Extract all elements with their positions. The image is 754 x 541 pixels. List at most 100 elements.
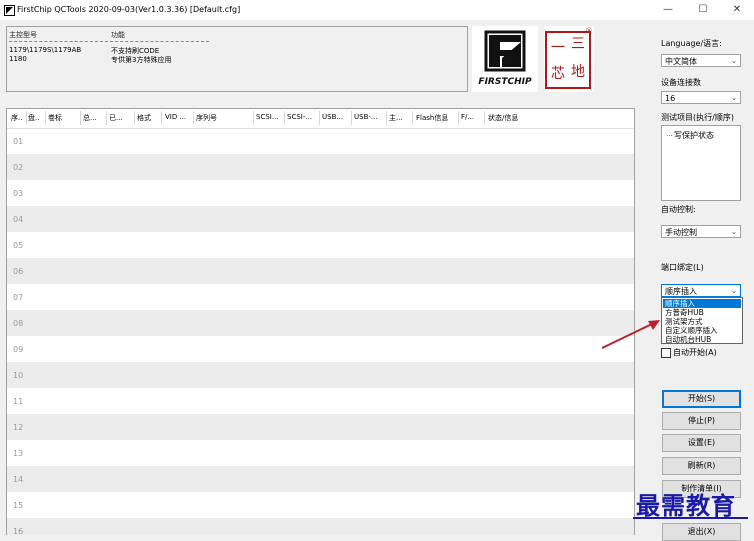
column-divider[interactable] (412, 111, 413, 125)
language-select[interactable]: 中文简体 ⌄ (661, 54, 741, 67)
seal-logo: 一 三 芯 地 ® (544, 26, 594, 92)
svg-text:芯: 芯 (551, 66, 565, 82)
column-header[interactable]: 盘.. (28, 113, 39, 123)
app-icon (4, 5, 15, 16)
column-divider[interactable] (319, 111, 320, 125)
svg-text:一: 一 (551, 40, 565, 56)
dropdown-option[interactable]: 方普奇HUB (663, 308, 741, 317)
column-divider[interactable] (458, 111, 459, 125)
column-divider[interactable] (193, 111, 194, 125)
table-row[interactable]: 15 (7, 492, 634, 518)
device-count-label: 设备连接数 (661, 78, 701, 87)
table-row[interactable]: 07 (7, 284, 634, 310)
table-row[interactable]: 12 (7, 414, 634, 440)
column-divider[interactable] (253, 111, 254, 125)
chevron-down-icon: ⌄ (731, 94, 737, 102)
table-row[interactable]: 10 (7, 362, 634, 388)
column-header[interactable]: 已... (109, 113, 123, 123)
column-divider[interactable] (484, 111, 485, 125)
column-header[interactable]: 总... (83, 113, 97, 123)
maximize-button[interactable]: ☐ (686, 0, 720, 20)
column-divider[interactable] (284, 111, 285, 125)
port-binding-dropdown[interactable]: 顺序插入 方普奇HUB 测试架方式 自定义顺序插入 自动机台HUB (661, 297, 743, 344)
firstchip-logo: FIRSTCHIP (472, 26, 538, 92)
auto-control-select[interactable]: 手动控制 ⌄ (661, 225, 741, 238)
start-button[interactable]: 开始(S) (662, 390, 741, 408)
table-row[interactable]: 06 (7, 258, 634, 284)
dropdown-option[interactable]: 自定义顺序插入 (663, 326, 741, 335)
row-number: 13 (13, 449, 24, 458)
port-binding-select[interactable]: 顺序插入 ⌄ (661, 284, 741, 297)
column-header[interactable]: VID ... (165, 113, 186, 121)
device-grid[interactable]: 序.. 盘.. 卷标 总... 已... 格式 VID ... 序列号 SCSI… (6, 108, 635, 535)
column-header[interactable]: USB-... (354, 113, 378, 121)
column-header[interactable]: 序列号 (196, 113, 217, 123)
close-button[interactable]: ✕ (720, 0, 754, 20)
dropdown-option[interactable]: 测试架方式 (663, 317, 741, 326)
row-number: 03 (13, 189, 24, 198)
chevron-down-icon: ⌄ (731, 228, 737, 236)
column-header[interactable]: F/... (461, 113, 474, 121)
column-divider[interactable] (351, 111, 352, 125)
column-divider[interactable] (106, 111, 107, 125)
column-divider[interactable] (80, 111, 81, 125)
row-number: 02 (13, 163, 24, 172)
table-row[interactable]: 16 (7, 518, 634, 535)
dropdown-option[interactable]: 顺序插入 (663, 299, 741, 308)
auto-start-checkbox[interactable]: 自动开始(A) (661, 347, 717, 358)
refresh-button[interactable]: 刷新(R) (662, 457, 741, 475)
table-row[interactable]: 08 (7, 310, 634, 336)
chip-model: 1180 (9, 55, 27, 63)
column-divider[interactable] (134, 111, 135, 125)
port-binding-value: 顺序插入 (665, 287, 697, 296)
checkbox-box[interactable] (661, 347, 671, 358)
table-row[interactable]: 04 (7, 206, 634, 232)
stop-button[interactable]: 停止(P) (662, 412, 741, 430)
table-row[interactable]: 05 (7, 232, 634, 258)
device-count-value: 16 (665, 94, 676, 103)
dropdown-option[interactable]: 自动机台HUB (663, 335, 741, 344)
table-row[interactable]: 03 (7, 180, 634, 206)
row-number: 04 (13, 215, 24, 224)
column-header[interactable]: Flash信息 (416, 113, 448, 123)
table-row[interactable]: 01 (7, 128, 634, 154)
column-header[interactable]: 状态/信息 (488, 113, 518, 123)
grid-header: 序.. 盘.. 卷标 总... 已... 格式 VID ... 序列号 SCSI… (7, 109, 634, 129)
svg-text:地: 地 (571, 64, 585, 80)
chip-model-header: 主控型号 (9, 31, 37, 39)
table-row[interactable]: 14 (7, 466, 634, 492)
device-count-select[interactable]: 16 ⌄ (661, 91, 741, 104)
project-item[interactable]: 写保护状态 (667, 130, 714, 141)
row-number: 11 (13, 397, 24, 406)
column-divider[interactable] (161, 111, 162, 125)
column-header[interactable]: SCSI... (256, 113, 279, 121)
auto-control-value: 手动控制 (665, 228, 697, 237)
table-row[interactable]: 11 (7, 388, 634, 414)
column-header[interactable]: USB... (322, 113, 343, 121)
column-header[interactable]: SCSI-... (287, 113, 312, 121)
column-divider[interactable] (26, 111, 27, 125)
auto-start-label: 自动开始(A) (673, 348, 717, 357)
chip-info-panel: 主控型号 功能 1179\1179S\1179AB 不支持刷CODE 1180 … (6, 26, 468, 92)
settings-button[interactable]: 设置(E) (662, 434, 741, 452)
column-header[interactable]: 卷标 (48, 113, 62, 123)
language-value: 中文简体 (665, 57, 697, 66)
column-header[interactable]: 序.. (11, 113, 22, 123)
minimize-button[interactable]: — (651, 0, 685, 20)
row-number: 06 (13, 267, 24, 276)
chip-model: 1179\1179S\1179AB (9, 46, 82, 54)
column-header[interactable]: 格式 (137, 113, 151, 123)
table-row[interactable]: 02 (7, 154, 634, 180)
table-row[interactable]: 13 (7, 440, 634, 466)
row-number: 12 (13, 423, 24, 432)
exit-button[interactable]: 退出(X) (662, 523, 741, 541)
column-divider[interactable] (386, 111, 387, 125)
column-header[interactable]: 主... (389, 113, 403, 123)
table-row[interactable]: 09 (7, 336, 634, 362)
project-label: 测试项目(执行/顺序) (661, 113, 734, 122)
chip-function-header: 功能 (111, 31, 125, 39)
project-tree[interactable]: 写保护状态 (661, 125, 741, 201)
column-divider[interactable] (45, 111, 46, 125)
row-number: 01 (13, 137, 24, 146)
row-number: 09 (13, 345, 24, 354)
